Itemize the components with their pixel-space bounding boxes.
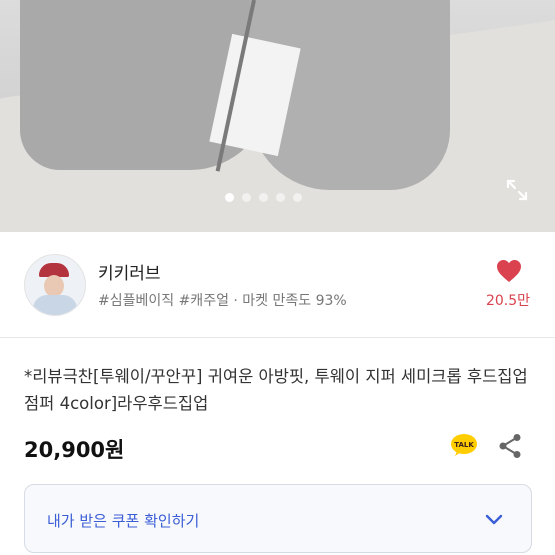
share-icon[interactable] (498, 433, 522, 459)
expand-icon[interactable] (505, 178, 529, 202)
carousel-dot[interactable] (259, 193, 268, 202)
talk-icon-label: TALK (454, 441, 474, 449)
carousel-dot[interactable] (293, 193, 302, 202)
chevron-down-icon (485, 514, 503, 525)
seller-section: 키키러브 #심플베이직 #캐주얼 · 마켓 만족도 93% 20.5만 (0, 232, 555, 338)
like-count: 20.5만 (485, 293, 531, 309)
carousel-dot[interactable] (242, 193, 251, 202)
kakao-talk-icon[interactable]: TALK (450, 433, 478, 457)
heart-icon[interactable] (496, 259, 522, 283)
seller-tags: #심플베이직 #캐주얼 · 마켓 만족도 93% (98, 293, 347, 309)
carousel-dot[interactable] (225, 193, 234, 202)
carousel-dots (225, 193, 302, 202)
seller-name[interactable]: 키키러브 (98, 259, 161, 284)
product-image[interactable] (0, 0, 555, 232)
seller-avatar[interactable] (24, 254, 86, 316)
product-title: *리뷰극찬[투웨이/꾸안꾸] 귀여운 아방핏, 투웨이 지퍼 세미크롭 후드집업… (24, 367, 528, 413)
coupon-label: 내가 받은 쿠폰 확인하기 (47, 512, 200, 530)
carousel-dot[interactable] (276, 193, 285, 202)
product-price: 20,900원 (24, 438, 125, 462)
coupon-check-button[interactable]: 내가 받은 쿠폰 확인하기 (24, 484, 532, 553)
